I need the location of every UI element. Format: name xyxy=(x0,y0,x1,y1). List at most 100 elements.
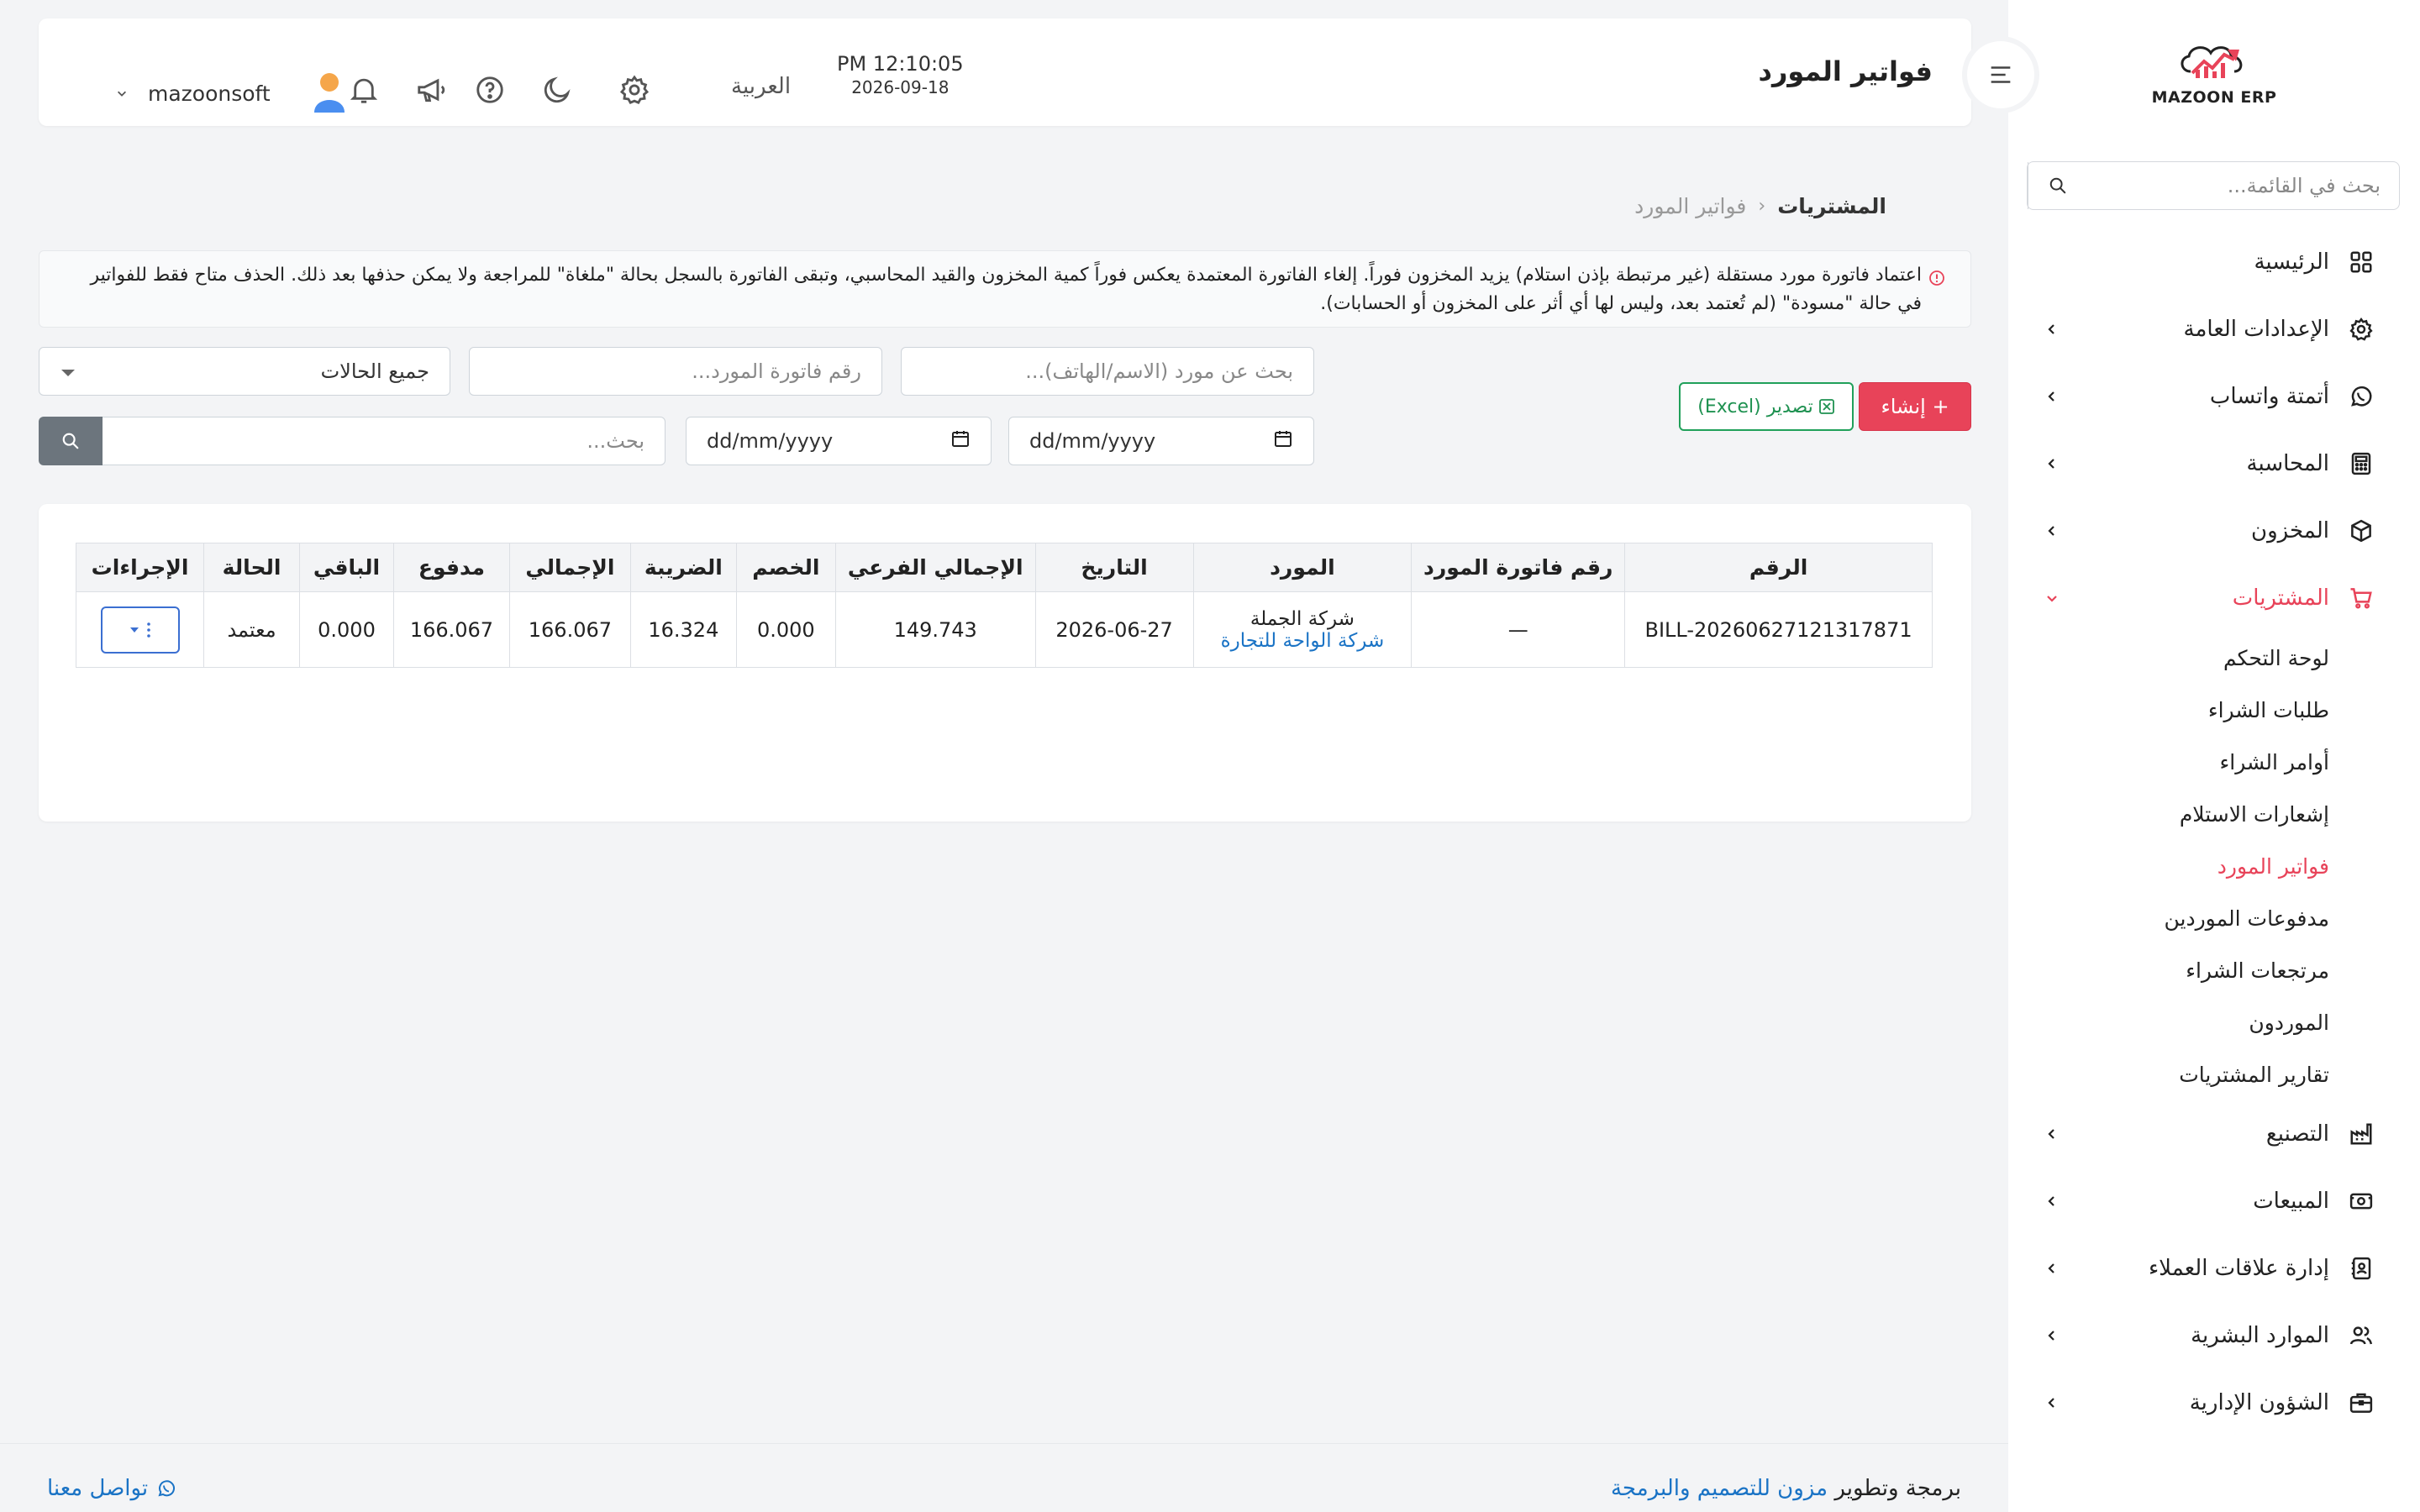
avatar xyxy=(311,71,348,116)
sidebar-search-input[interactable] xyxy=(2086,162,2399,209)
cell-paid: 166.067 xyxy=(392,591,510,668)
brand-logo[interactable]: MAZOON ERP xyxy=(2147,38,2281,113)
moon-icon[interactable] xyxy=(539,72,575,108)
excel-icon xyxy=(1818,398,1835,415)
megaphone-icon[interactable] xyxy=(413,72,449,108)
submenu-item-supplier-payments[interactable]: مدفوعات الموردين xyxy=(2008,892,2329,944)
search-icon[interactable] xyxy=(2028,162,2086,209)
footer-credit-link[interactable]: مزون للتصميم والبرمجة xyxy=(1611,1476,1828,1501)
user-menu[interactable]: mazoonsoft xyxy=(116,71,348,116)
sidebar-search[interactable] xyxy=(2027,161,2400,210)
bills-table-card: الرقم رقم فاتورة المورد المورد التاريخ ا… xyxy=(39,504,1971,822)
date-from-value: dd/mm/yyyy xyxy=(1029,429,1156,453)
supplier-invoice-number-input[interactable] xyxy=(469,347,882,396)
column-header[interactable]: الإجمالي xyxy=(508,543,631,592)
sidebar: MAZOON ERP الرئيسية الإعدادات العامة أتم… xyxy=(2008,0,2420,1512)
sidebar-item-crm[interactable]: إدارة علاقات العملاء xyxy=(2008,1235,2420,1302)
sidebar-item-label: الشؤون الإدارية xyxy=(2189,1390,2329,1415)
chevron-left-icon xyxy=(2042,1191,2062,1211)
sidebar-item-label: إدارة علاقات العملاء xyxy=(2148,1256,2329,1281)
submenu-item-purchase-reports[interactable]: تقارير المشتريات xyxy=(2008,1048,2329,1100)
cell-discount: 0.000 xyxy=(735,591,836,668)
submenu-item-purchase-orders[interactable]: أوامر الشراء xyxy=(2008,736,2329,788)
create-bill-button[interactable]: + إنشاء xyxy=(1859,382,1971,431)
caret-down-icon xyxy=(129,627,139,633)
search-button[interactable] xyxy=(39,417,103,465)
date-to-value: dd/mm/yyyy xyxy=(707,429,834,453)
info-icon xyxy=(1928,267,1945,296)
date-from-input[interactable]: dd/mm/yyyy xyxy=(1008,417,1314,465)
column-header[interactable]: التاريخ xyxy=(1034,543,1194,592)
general-search-input[interactable] xyxy=(102,417,666,465)
address-book-icon xyxy=(2346,1253,2376,1284)
submenu-item-dashboard[interactable]: لوحة التحكم xyxy=(2008,632,2329,684)
column-header[interactable]: الحالة xyxy=(203,543,301,592)
sidebar-item-whatsapp[interactable]: أتمتة واتساب xyxy=(2008,363,2420,430)
chevron-left-icon xyxy=(2042,319,2062,339)
column-header[interactable]: مدفوع xyxy=(392,543,510,592)
column-header[interactable]: المورد xyxy=(1192,543,1413,592)
sidebar-item-manufacturing[interactable]: التصنيع xyxy=(2008,1100,2420,1168)
clock-time: PM 12:10:05 xyxy=(837,52,964,76)
column-header[interactable]: الإجمالي الفرعي xyxy=(834,543,1036,592)
alert-text: اعتماد فاتورة مورد مستقلة (غير مرتبطة بإ… xyxy=(90,265,1922,314)
chevron-left-icon xyxy=(2042,1393,2062,1413)
row-actions-dropdown[interactable] xyxy=(100,606,180,654)
sidebar-item-inventory[interactable]: المخزون xyxy=(2008,497,2420,564)
column-header[interactable]: الخصم xyxy=(735,543,836,592)
factory-icon xyxy=(2346,1119,2376,1149)
cell-bill-number[interactable]: BILL-20260627121317871 xyxy=(1624,591,1933,668)
supplier-name: شركة الجملة xyxy=(1249,607,1355,630)
table-row[interactable]: BILL-20260627121317871 — شركة الجملة شرك… xyxy=(75,591,1933,668)
gear-icon xyxy=(2346,314,2376,344)
sidebar-item-home[interactable]: الرئيسية xyxy=(2008,228,2420,296)
sidebar-item-label: المحاسبة xyxy=(2246,451,2329,476)
sidebar-item-hr[interactable]: الموارد البشرية xyxy=(2008,1302,2420,1369)
export-excel-label: تصدير (Excel) xyxy=(1697,396,1813,417)
status-select[interactable]: جميع الحالات xyxy=(39,347,450,396)
sidebar-toggle-button[interactable] xyxy=(1962,36,2039,113)
cell-subtotal: 149.743 xyxy=(834,591,1036,668)
grid-icon xyxy=(2346,247,2376,277)
bell-icon[interactable] xyxy=(346,72,381,108)
sidebar-item-general-settings[interactable]: الإعدادات العامة xyxy=(2008,296,2420,363)
column-header: الإجراءات xyxy=(75,543,205,592)
column-header[interactable]: الباقي xyxy=(299,543,394,592)
submenu-item-purchase-returns[interactable]: مرتجعات الشراء xyxy=(2008,944,2329,996)
contact-us-link[interactable]: تواصل معنا xyxy=(47,1476,176,1501)
submenu-item-receipt-notes[interactable]: إشعارات الاستلام xyxy=(2008,788,2329,840)
sidebar-item-label: الرئيسية xyxy=(2254,249,2329,275)
sidebar-item-purchases[interactable]: المشتريات xyxy=(2008,564,2420,632)
export-excel-button[interactable]: تصدير (Excel) xyxy=(1679,382,1854,431)
chevron-left-icon xyxy=(2042,454,2062,474)
sidebar-item-accounting[interactable]: المحاسبة xyxy=(2008,430,2420,497)
sidebar-item-label: التصنيع xyxy=(2265,1121,2329,1147)
info-alert: اعتماد فاتورة مورد مستقلة (غير مرتبطة بإ… xyxy=(39,250,1971,328)
cell-supplier: شركة الجملة شركة الواحة للتجارة xyxy=(1192,591,1413,668)
submenu-item-supplier-bills[interactable]: فواتير المورد xyxy=(2008,840,2329,892)
supplier-company-link[interactable]: شركة الواحة للتجارة xyxy=(1194,630,1412,652)
submenu-item-purchase-requests[interactable]: طلبات الشراء xyxy=(2008,684,2329,736)
help-icon[interactable] xyxy=(472,72,508,108)
sidebar-item-label: المشتريات xyxy=(2232,585,2329,611)
cell-tax: 16.324 xyxy=(629,591,737,668)
username: mazoonsoft xyxy=(148,81,271,106)
date-to-input[interactable]: dd/mm/yyyy xyxy=(686,417,992,465)
search-icon xyxy=(62,433,79,449)
sidebar-item-sales[interactable]: المبيعات xyxy=(2008,1168,2420,1235)
language-switch[interactable]: العربية xyxy=(731,74,791,99)
column-header[interactable]: الرقم xyxy=(1624,543,1933,592)
submenu-item-suppliers[interactable]: الموردون xyxy=(2008,996,2329,1048)
breadcrumb-parent[interactable]: المشتريات xyxy=(1777,194,1886,218)
logo-icon xyxy=(2181,46,2243,78)
clock-date: 2026-09-18 xyxy=(851,77,950,97)
column-header[interactable]: رقم فاتورة المورد xyxy=(1411,543,1626,592)
supplier-search-input[interactable] xyxy=(901,347,1314,396)
sidebar-item-admin-affairs[interactable]: الشؤون الإدارية xyxy=(2008,1369,2420,1436)
whatsapp-icon xyxy=(2346,381,2376,412)
more-vertical-icon xyxy=(146,622,151,638)
gear-icon[interactable] xyxy=(617,72,652,108)
money-icon xyxy=(2346,1186,2376,1216)
users-icon xyxy=(2346,1320,2376,1351)
column-header[interactable]: الضريبة xyxy=(629,543,737,592)
